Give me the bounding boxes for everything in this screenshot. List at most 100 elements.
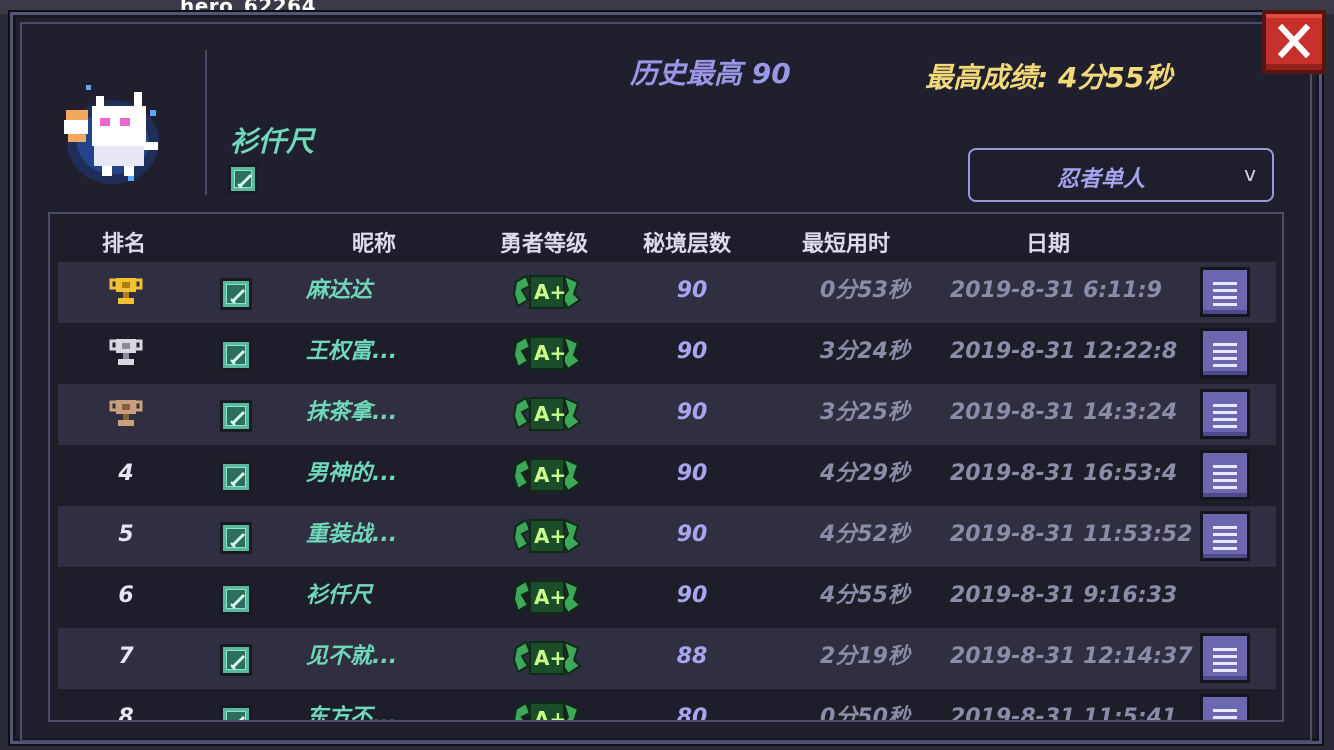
player-nickname[interactable]: 麻达达 — [306, 262, 372, 323]
rank-number: 7 — [118, 644, 134, 669]
best-time: 4分52秒 — [820, 522, 910, 547]
sword-badge-icon — [220, 644, 252, 676]
hero-level-text: A+ — [534, 646, 567, 670]
hero-level-text: A+ — [534, 585, 567, 609]
table-row[interactable]: 麻达达 A+ 90 0分53秒 2019-8-31 6:11:9 — [58, 262, 1276, 323]
detail-menu-button[interactable] — [1200, 389, 1250, 439]
rank-cell — [106, 323, 146, 384]
table-row[interactable]: 5 重装战... A+ 90 4分52秒 2019-8-31 11:53:52 — [58, 506, 1276, 567]
silver-trophy-icon — [109, 339, 143, 365]
header-time: 最短用时 — [802, 232, 891, 257]
rank-number: 8 — [118, 705, 134, 720]
rank-cell: 6 — [106, 567, 146, 628]
best-time: 3分25秒 — [820, 400, 910, 425]
hero-level-badge: A+ — [512, 577, 582, 617]
best-time: 2分19秒 — [820, 644, 910, 669]
history-best-label: 历史最高 90 — [630, 57, 791, 90]
header-nickname: 昵称 — [352, 232, 397, 257]
record-date: 2019-8-31 12:22:8 — [950, 339, 1178, 364]
header-level: 勇者等级 — [500, 232, 589, 257]
table-row[interactable]: 王权富... A+ 90 3分24秒 2019-8-31 12:22:8 — [58, 323, 1276, 384]
rank-number: 5 — [118, 522, 134, 547]
hero-level-text: A+ — [534, 707, 567, 720]
table-row[interactable]: 6 衫仟尺 A+ 90 4分55秒 2019-8-31 9:16:33 — [58, 567, 1276, 628]
header-rank: 排名 — [102, 232, 147, 257]
detail-menu-button[interactable] — [1200, 694, 1250, 720]
row-menu-cell — [1200, 328, 1250, 378]
rank-cell: 4 — [106, 445, 146, 506]
hero-level-badge: A+ — [512, 638, 582, 678]
best-time: 4分29秒 — [820, 461, 910, 486]
record-date: 2019-8-31 14:3:24 — [950, 400, 1178, 425]
sword-badge-icon — [228, 164, 258, 194]
floor-count: 90 — [676, 339, 708, 364]
hero-level-badge: A+ — [512, 394, 582, 434]
best-time: 0分50秒 — [820, 705, 910, 720]
weapon-cell — [220, 336, 252, 371]
mode-select-value: 忍者单人 — [1056, 167, 1145, 192]
rank-cell — [106, 262, 146, 323]
row-menu-cell — [1200, 389, 1250, 439]
hero-level-text: A+ — [534, 524, 567, 548]
sword-badge-icon — [220, 278, 252, 310]
floor-count: 90 — [676, 522, 708, 547]
detail-menu-button[interactable] — [1200, 511, 1250, 561]
record-date: 2019-8-31 6:11:9 — [950, 278, 1162, 303]
rank-cell: 5 — [106, 506, 146, 567]
hero-level-badge: A+ — [512, 333, 582, 373]
table-row[interactable]: 7 见不就... A+ 88 2分19秒 2019-8-31 12:14:37 — [58, 628, 1276, 689]
detail-menu-button[interactable] — [1200, 267, 1250, 317]
sword-badge-icon — [220, 400, 252, 432]
rank-number: 6 — [118, 583, 134, 608]
white-fox-ninja-icon — [64, 85, 159, 184]
player-nickname[interactable]: 见不就... — [306, 628, 397, 689]
rank-cell: 7 — [106, 628, 146, 689]
gold-trophy-icon — [109, 278, 143, 304]
weapon-cell — [220, 519, 252, 554]
weapon-cell — [220, 458, 252, 493]
hero-level-text: A+ — [534, 402, 567, 426]
sword-badge-icon — [220, 339, 252, 371]
row-menu-cell — [1200, 694, 1250, 720]
close-button[interactable] — [1262, 10, 1326, 74]
player-nickname[interactable]: 抹茶拿... — [306, 384, 397, 445]
best-score-label: 最高成绩: 4分55秒 — [925, 61, 1173, 94]
leaderboard-rows[interactable]: 麻达达 A+ 90 0分53秒 2019-8-31 6:11:9 王权富... A+ 90 3分… — [58, 262, 1276, 720]
table-row[interactable]: 抹茶拿... A+ 90 3分25秒 2019-8-31 14:3:24 — [58, 384, 1276, 445]
hero-level-badge: A+ — [512, 699, 582, 720]
table-row[interactable]: 8 东方不... A+ 80 0分50秒 2019-8-31 11:5:41 — [58, 689, 1276, 720]
player-nickname[interactable]: 王权富... — [306, 323, 397, 384]
player-nickname[interactable]: 东方不... — [306, 689, 397, 720]
bronze-trophy-icon — [109, 400, 143, 426]
weapon-cell — [220, 397, 252, 432]
weapon-cell — [220, 641, 252, 676]
detail-menu-button[interactable] — [1200, 450, 1250, 500]
player-nickname[interactable]: 男神的... — [306, 445, 397, 506]
table-row[interactable]: 4 男神的... A+ 90 4分29秒 2019-8-31 16:53:4 — [58, 445, 1276, 506]
record-date: 2019-8-31 11:5:41 — [950, 705, 1178, 720]
player-nickname[interactable]: 重装战... — [306, 506, 397, 567]
sword-badge-icon — [220, 705, 252, 720]
mode-select-dropdown[interactable]: 忍者单人 v — [968, 148, 1274, 202]
player-nickname[interactable]: 衫仟尺 — [306, 567, 372, 628]
weapon-cell — [220, 275, 252, 310]
row-menu-cell — [1200, 633, 1250, 683]
header-divider — [205, 50, 207, 195]
row-menu-cell — [1200, 511, 1250, 561]
floor-count: 90 — [676, 400, 708, 425]
weapon-cell — [220, 702, 252, 720]
detail-menu-button[interactable] — [1200, 633, 1250, 683]
record-date: 2019-8-31 12:14:37 — [950, 644, 1193, 669]
weapon-cell — [220, 580, 252, 615]
hero-level-badge: A+ — [512, 455, 582, 495]
floor-count: 80 — [676, 705, 708, 720]
best-time: 3分24秒 — [820, 339, 910, 364]
floor-count: 90 — [676, 278, 708, 303]
detail-menu-button[interactable] — [1200, 328, 1250, 378]
rank-cell: 8 — [106, 689, 146, 720]
chevron-down-icon: v — [1244, 162, 1256, 186]
floor-count: 90 — [676, 461, 708, 486]
hero-level-badge: A+ — [512, 272, 582, 312]
sword-badge-icon — [220, 522, 252, 554]
hero-level-text: A+ — [534, 280, 567, 304]
